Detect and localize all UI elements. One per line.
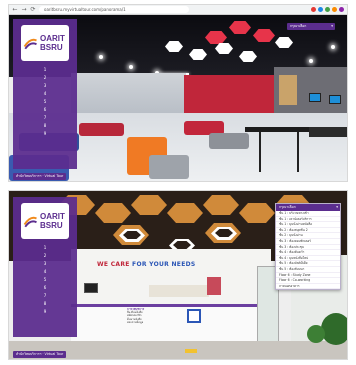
logo-mark-icon — [23, 216, 37, 227]
ceiling-spotlight — [129, 65, 133, 69]
grey-sofa — [209, 133, 249, 149]
ceiling-spotlight — [331, 45, 335, 49]
table-leg — [297, 132, 299, 172]
sidebar-item[interactable]: 5 — [40, 277, 50, 282]
back-wall — [71, 73, 186, 115]
tour-sidebar: OARIT BSRU 1 2 3 4 5 6 7 8 9 — [13, 19, 77, 169]
sidebar-menu: 1 2 3 4 5 6 7 8 9 — [40, 67, 50, 136]
tour-sidebar: OARIT BSRU 1 2 3 4 5 6 7 8 9 — [13, 197, 77, 337]
logo-mark-icon — [23, 38, 37, 49]
sidebar-item[interactable]: 7 — [40, 293, 50, 298]
logo-text-line2: BSRU — [40, 43, 63, 52]
browser-toolbar: ← → ⟳ oaritbsru.myvirtualtour.com/panora… — [9, 5, 347, 15]
poster — [207, 277, 221, 295]
extension-icon[interactable] — [332, 7, 337, 12]
location-dropdown-label: กรุณาเลือก — [279, 205, 296, 209]
oarit-bsru-logo[interactable]: OARIT BSRU — [21, 203, 69, 239]
qr-code-icon — [187, 309, 201, 323]
sidebar-item[interactable]: 1 — [40, 245, 50, 250]
extension-icon[interactable] — [325, 7, 330, 12]
forward-icon[interactable]: → — [21, 5, 27, 15]
back-icon[interactable]: ← — [12, 5, 18, 15]
logo-text-line1: OARIT — [40, 34, 65, 43]
chevron-down-icon: ▾ — [331, 24, 333, 28]
floor-marker — [185, 349, 197, 353]
sidebar-item[interactable]: 8 — [40, 301, 50, 306]
sidebar-item[interactable]: 6 — [40, 285, 50, 290]
chevron-down-icon: ▾ — [336, 205, 338, 209]
location-dropdown-list: ชั้น 1 : บริเวณทางเข้า ชั้น 1 : เคาน์เตอร… — [276, 211, 340, 290]
plant — [321, 313, 347, 345]
location-dropdown-label: กรุณาเลือก — [290, 24, 307, 28]
address-bar[interactable]: oaritbsru.myvirtualtour.com/panorama/1 — [39, 6, 189, 13]
high-table — [245, 127, 309, 132]
logo-text-line1: OARIT — [40, 212, 65, 221]
sidebar-item[interactable]: 2 — [40, 253, 50, 258]
profile-icon[interactable] — [339, 7, 344, 12]
tour-screenshot-lounge: ← → ⟳ oaritbsru.myvirtualtour.com/panora… — [8, 4, 348, 182]
sidebar-item[interactable]: 6 — [40, 107, 50, 112]
computer-monitor — [84, 283, 98, 293]
sidebar-item[interactable]: 7 — [40, 115, 50, 120]
computer-desk — [309, 127, 347, 137]
extension-icon[interactable] — [318, 7, 323, 12]
sidebar-item[interactable]: 3 — [40, 261, 50, 266]
sidebar-item[interactable]: 4 — [40, 91, 50, 96]
ceiling-spotlight — [99, 55, 103, 59]
sidebar-item[interactable]: 5 — [40, 99, 50, 104]
computer-monitor — [329, 95, 341, 104]
location-dropdown[interactable]: กรุณาเลือก ▾ — [276, 204, 340, 211]
sidebar-menu: 1 2 3 4 5 6 7 8 9 — [40, 245, 50, 314]
extension-icons — [311, 7, 344, 12]
location-option[interactable]: ภายนอกอาคาร — [276, 284, 340, 290]
location-dropdown-open: กรุณาเลือก ▾ ชั้น 1 : บริเวณทางเข้า ชั้น … — [275, 203, 341, 291]
service-sign-line: สอบถามข้อมูล — [127, 320, 144, 324]
plant — [307, 325, 325, 343]
counter-items — [149, 285, 209, 297]
computer-monitor — [309, 93, 321, 102]
tour-info-button[interactable]: สำนักวิทยบริการฯ · Virtual Tour — [13, 351, 67, 358]
tour-screenshot-counter: WE CARE FOR YOUR NEEDS การให้บริการ ยืม-… — [8, 190, 348, 360]
slogan-part1: WE CARE — [97, 261, 130, 268]
ceiling-spotlight — [309, 59, 313, 63]
tour-info-button[interactable]: สำนักวิทยบริการฯ · Virtual Tour — [13, 173, 67, 180]
slogan-text: WE CARE FOR YOUR NEEDS — [97, 261, 196, 268]
red-sofa — [79, 123, 124, 136]
reload-icon[interactable]: ⟳ — [30, 5, 36, 15]
sidebar-item[interactable]: 9 — [40, 131, 50, 136]
sidebar-item[interactable]: 1 — [40, 67, 50, 72]
location-dropdown[interactable]: กรุณาเลือก ▾ — [287, 23, 335, 30]
sidebar-item[interactable]: 3 — [40, 83, 50, 88]
grey-sofa — [149, 155, 189, 179]
sidebar-item[interactable]: 8 — [40, 123, 50, 128]
oarit-bsru-logo[interactable]: OARIT BSRU — [21, 25, 69, 61]
bookshelf — [279, 75, 297, 105]
sidebar-item[interactable]: 4 — [40, 269, 50, 274]
service-sign: การให้บริการ ยืม-คืนหนังสือ สมัครสมาชิก … — [127, 308, 182, 332]
red-wall — [184, 75, 274, 113]
table-leg — [259, 132, 261, 172]
logo-text-line2: BSRU — [40, 221, 63, 230]
extension-icon[interactable] — [311, 7, 316, 12]
sidebar-item[interactable]: 2 — [40, 75, 50, 80]
slogan-part2: FOR YOUR NEEDS — [129, 261, 196, 268]
sidebar-item[interactable]: 9 — [40, 309, 50, 314]
